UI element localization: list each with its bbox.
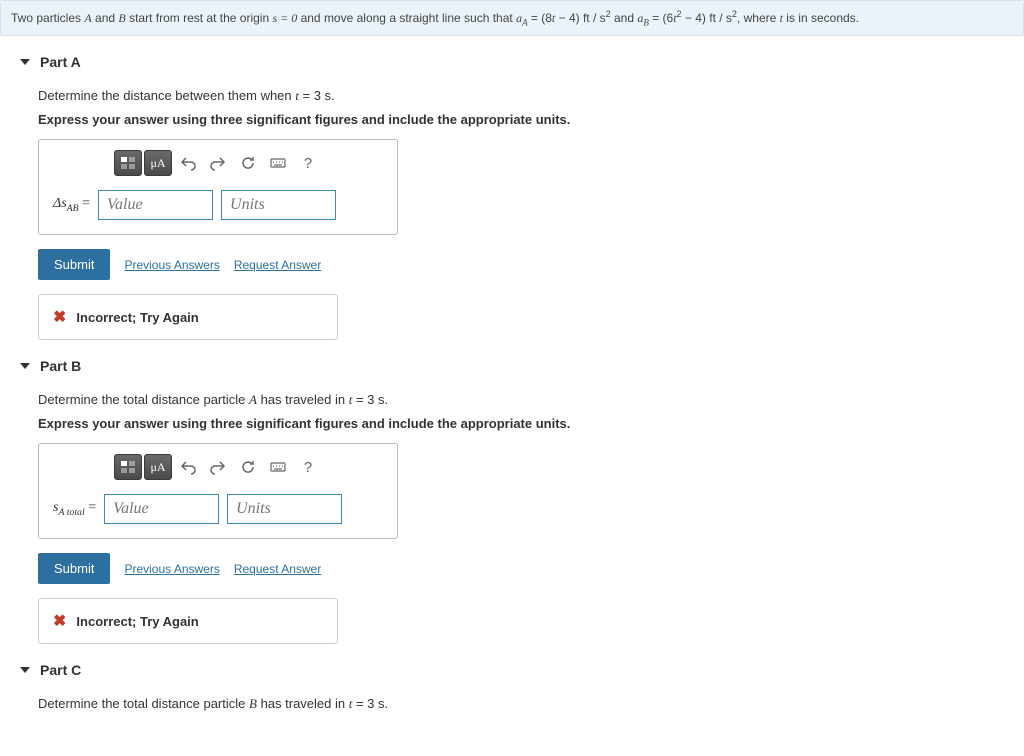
redo-icon[interactable]: [204, 150, 232, 176]
keyboard-icon[interactable]: [264, 454, 292, 480]
redo-icon[interactable]: [204, 454, 232, 480]
part-a-question: Determine the distance between them when…: [38, 88, 1024, 104]
submit-button-b[interactable]: Submit: [38, 553, 110, 584]
x-icon: ✖: [53, 307, 66, 327]
chevron-down-icon: [20, 363, 30, 369]
part-c-header[interactable]: Part C: [20, 662, 1024, 678]
reset-icon[interactable]: [234, 454, 262, 480]
submit-button-a[interactable]: Submit: [38, 249, 110, 280]
part-a: Part A Determine the distance between th…: [20, 54, 1024, 340]
toolbar-b: μA ?: [47, 454, 389, 480]
mu-a-button[interactable]: μA: [144, 150, 172, 176]
part-c-title: Part C: [40, 662, 81, 678]
answer-box-a: μA ? ΔsAB =: [38, 139, 398, 235]
request-answer-link-b[interactable]: Request Answer: [234, 562, 321, 576]
keyboard-icon[interactable]: [264, 150, 292, 176]
x-icon: ✖: [53, 611, 66, 631]
part-b: Part B Determine the total distance part…: [20, 358, 1024, 644]
part-b-instruction: Express your answer using three signific…: [38, 416, 1024, 431]
variable-label-b: sA total =: [53, 500, 96, 518]
part-b-header[interactable]: Part B: [20, 358, 1024, 374]
part-b-question: Determine the total distance particle A …: [38, 392, 1024, 408]
undo-icon[interactable]: [174, 454, 202, 480]
value-input-a[interactable]: [98, 190, 213, 220]
text: Two particles: [11, 11, 84, 25]
previous-answers-link-a[interactable]: Previous Answers: [124, 258, 219, 272]
part-c: Part C: [20, 662, 1024, 678]
reset-icon[interactable]: [234, 150, 262, 176]
part-a-header[interactable]: Part A: [20, 54, 1024, 70]
request-answer-link-a[interactable]: Request Answer: [234, 258, 321, 272]
feedback-a: ✖ Incorrect; Try Again: [38, 294, 338, 340]
part-a-title: Part A: [40, 54, 81, 70]
feedback-text-b: Incorrect; Try Again: [76, 614, 198, 629]
help-icon[interactable]: ?: [294, 454, 322, 480]
units-input-b[interactable]: [227, 494, 342, 524]
feedback-b: ✖ Incorrect; Try Again: [38, 598, 338, 644]
template-icon[interactable]: [114, 150, 142, 176]
template-icon[interactable]: [114, 454, 142, 480]
part-a-instruction: Express your answer using three signific…: [38, 112, 1024, 127]
toolbar-a: μA ?: [47, 150, 389, 176]
mu-a-button[interactable]: μA: [144, 454, 172, 480]
value-input-b[interactable]: [104, 494, 219, 524]
feedback-text-a: Incorrect; Try Again: [76, 310, 198, 325]
answer-box-b: μA ? sA total =: [38, 443, 398, 539]
variable-label-a: ΔsAB =: [53, 196, 90, 214]
part-c-question: Determine the total distance particle B …: [38, 696, 1024, 712]
previous-answers-link-b[interactable]: Previous Answers: [124, 562, 219, 576]
part-b-title: Part B: [40, 358, 81, 374]
undo-icon[interactable]: [174, 150, 202, 176]
help-icon[interactable]: ?: [294, 150, 322, 176]
chevron-down-icon: [20, 59, 30, 65]
units-input-a[interactable]: [221, 190, 336, 220]
chevron-down-icon: [20, 667, 30, 673]
problem-statement: Two particles A and B start from rest at…: [0, 0, 1024, 36]
